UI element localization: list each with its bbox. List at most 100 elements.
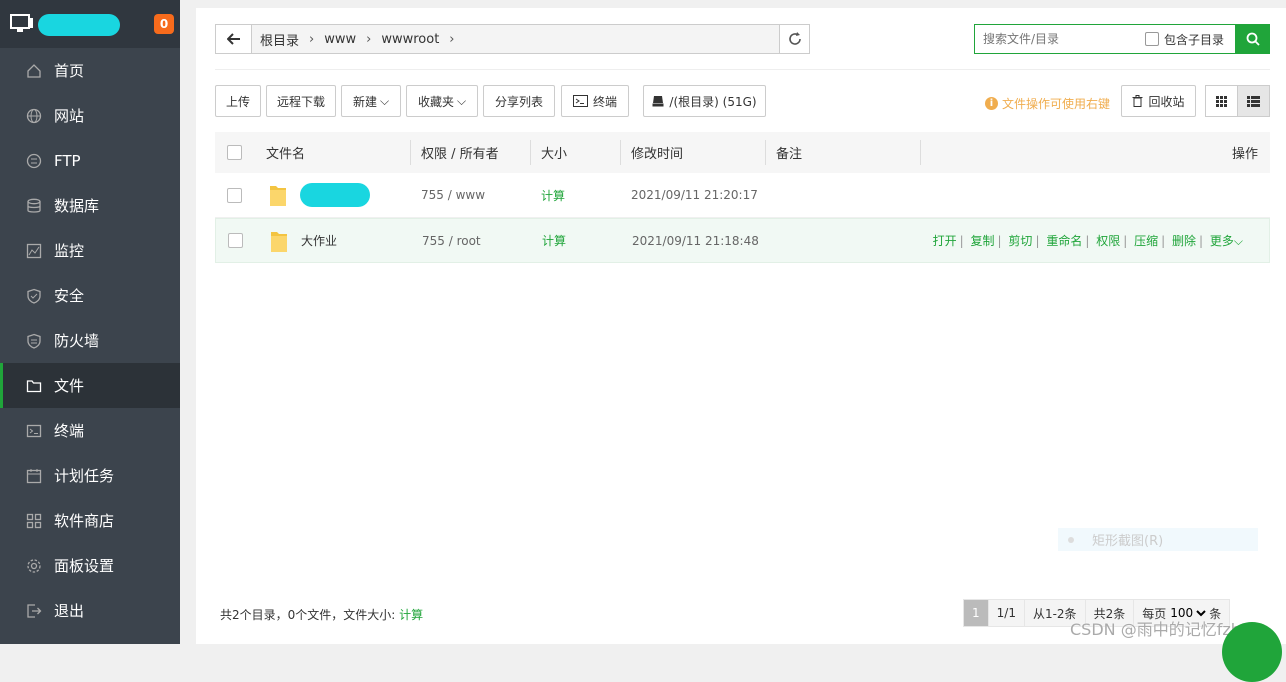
perm-cell[interactable]: 755 / root bbox=[412, 234, 532, 248]
floating-help-button[interactable] bbox=[1222, 622, 1282, 682]
mtime-cell: 2021/09/11 21:18:48 bbox=[632, 233, 759, 248]
search-box: 包含子目录 bbox=[974, 24, 1236, 54]
upload-button[interactable]: 上传 bbox=[215, 85, 261, 117]
table-row[interactable]: 大作业 755 / root 计算 2021/09/11 21:18:48 打开… bbox=[215, 218, 1270, 263]
remote-download-button[interactable]: 远程下载 bbox=[266, 85, 336, 117]
mtime-cell: 2021/09/11 21:20:17 bbox=[631, 188, 758, 202]
recycle-label: 回收站 bbox=[1148, 94, 1185, 109]
total-size-calc-link[interactable]: 计算 bbox=[399, 608, 423, 622]
share-list-button[interactable]: 分享列表 bbox=[483, 85, 555, 117]
recycle-bin-button[interactable]: 回收站 bbox=[1121, 85, 1196, 117]
footer-summary: 共2个目录，0个文件，文件大小: 计算 bbox=[220, 606, 423, 623]
include-subdir-label: 包含子目录 bbox=[1164, 32, 1225, 47]
sidebar-item-0[interactable]: 首页 bbox=[0, 48, 180, 93]
terminal-label: 终端 bbox=[592, 94, 617, 109]
gear-icon bbox=[27, 558, 41, 573]
search-input[interactable] bbox=[975, 26, 1145, 52]
col-ops: 操作 bbox=[1231, 147, 1258, 162]
sidebar-item-label: 首页 bbox=[54, 62, 85, 80]
row-actions: 打开 | 复制 | 剪切 | 重命名 | 权限 | 压缩 | 删除 | 更多⌵ bbox=[932, 234, 1243, 248]
col-name[interactable]: 文件名 bbox=[253, 132, 411, 173]
sidebar-item-8[interactable]: 终端 bbox=[0, 408, 180, 453]
view-toggle bbox=[1205, 85, 1270, 117]
folder-icon bbox=[270, 186, 286, 206]
list-icon bbox=[1247, 95, 1261, 107]
back-button[interactable] bbox=[216, 25, 252, 53]
disk-icon bbox=[652, 96, 664, 107]
calendar-icon bbox=[26, 468, 42, 483]
crumb-wwwroot[interactable]: wwwroot bbox=[381, 32, 439, 47]
crumb-www[interactable]: www bbox=[324, 32, 356, 47]
refresh-button[interactable] bbox=[779, 25, 809, 53]
op-rename[interactable]: 重命名 bbox=[1046, 234, 1082, 248]
sidebar-item-6[interactable]: 防火墙 bbox=[0, 318, 180, 363]
sidebar-item-label: 网站 bbox=[54, 107, 85, 125]
op-permission[interactable]: 权限 bbox=[1096, 234, 1120, 248]
search-button[interactable] bbox=[1236, 24, 1270, 54]
logout-icon bbox=[27, 603, 42, 618]
globe-icon bbox=[26, 108, 42, 123]
col-mtime[interactable]: 修改时间 bbox=[621, 132, 766, 173]
crumb-root[interactable]: 根目录 bbox=[260, 30, 299, 49]
grid-view-button[interactable] bbox=[1206, 86, 1237, 116]
redacted-filename bbox=[300, 183, 370, 207]
database-icon bbox=[27, 198, 41, 213]
size-calc-link[interactable]: 计算 bbox=[532, 232, 622, 249]
sidebar-item-12[interactable]: 退出 bbox=[0, 588, 180, 633]
watermark: CSDN @雨中的记忆fzh bbox=[1070, 620, 1241, 639]
share-list-label: 分享列表 bbox=[494, 94, 543, 109]
sidebar-item-label: 计划任务 bbox=[54, 467, 115, 485]
file-name-cell[interactable]: 大作业 bbox=[254, 228, 412, 254]
sidebar-item-label: 退出 bbox=[54, 602, 85, 620]
notification-badge[interactable]: 0 bbox=[154, 14, 174, 34]
terminal-icon bbox=[26, 424, 42, 437]
sidebar-item-11[interactable]: 面板设置 bbox=[0, 543, 180, 588]
sidebar-item-2[interactable]: FTP bbox=[0, 138, 180, 183]
file-name-cell[interactable] bbox=[253, 182, 411, 208]
sidebar: 0 首页网站 FTP 数据库 监控 安全 防火墙 文件终端计划任务软件商店 面板设置退出 bbox=[0, 0, 180, 644]
op-cut[interactable]: 剪切 bbox=[1008, 234, 1032, 248]
shield-icon bbox=[27, 288, 41, 304]
select-all-checkbox[interactable] bbox=[215, 132, 253, 173]
page-1-button[interactable]: 1 bbox=[963, 599, 989, 627]
file-name: 大作业 bbox=[301, 234, 338, 248]
op-open[interactable]: 打开 bbox=[933, 234, 957, 248]
right-click-tip: i 文件操作可使用右键 bbox=[985, 95, 1110, 112]
include-subdir-checkbox[interactable]: 包含子目录 bbox=[1145, 31, 1224, 48]
disk-button[interactable]: /(根目录) (51G) bbox=[643, 85, 766, 117]
col-size[interactable]: 大小 bbox=[531, 132, 621, 173]
perm-cell[interactable]: 755 / www bbox=[411, 188, 531, 202]
sidebar-item-5[interactable]: 安全 bbox=[0, 273, 180, 318]
sidebar-item-1[interactable]: 网站 bbox=[0, 93, 180, 138]
op-compress[interactable]: 压缩 bbox=[1134, 234, 1158, 248]
tip-label: 文件操作可使用右键 bbox=[1002, 97, 1111, 111]
redacted-hostname bbox=[38, 14, 120, 36]
sidebar-item-3[interactable]: 数据库 bbox=[0, 183, 180, 228]
row-checkbox[interactable] bbox=[216, 233, 254, 248]
sidebar-item-9[interactable]: 计划任务 bbox=[0, 453, 180, 498]
table-row[interactable]: 755 / www 计算 2021/09/11 21:20:17 bbox=[215, 173, 1270, 218]
remote-download-label: 远程下载 bbox=[276, 94, 325, 109]
sidebar-item-4[interactable]: 监控 bbox=[0, 228, 180, 273]
col-perm[interactable]: 权限 / 所有者 bbox=[411, 132, 531, 173]
sidebar-item-label: FTP bbox=[54, 151, 81, 170]
chevron-right-icon: › bbox=[366, 31, 372, 47]
ftp-icon bbox=[26, 153, 42, 168]
sidebar-item-label: 终端 bbox=[54, 422, 85, 440]
bullet-icon bbox=[1068, 536, 1074, 543]
size-calc-link[interactable]: 计算 bbox=[531, 187, 621, 204]
new-label: 新建 bbox=[352, 94, 377, 109]
terminal-button[interactable]: 终端 bbox=[561, 85, 629, 117]
op-copy[interactable]: 复制 bbox=[971, 234, 995, 248]
new-button[interactable]: 新建 ⌵ bbox=[341, 85, 401, 117]
row-checkbox[interactable] bbox=[215, 187, 253, 203]
op-delete[interactable]: 删除 bbox=[1172, 234, 1196, 248]
list-view-button[interactable] bbox=[1237, 86, 1269, 116]
op-more[interactable]: 更多 bbox=[1210, 234, 1234, 248]
sidebar-item-7[interactable]: 文件 bbox=[0, 363, 180, 408]
sidebar-item-10[interactable]: 软件商店 bbox=[0, 498, 180, 543]
ghost-label: 矩形截图(R) bbox=[1092, 534, 1164, 549]
col-note: 备注 bbox=[766, 132, 921, 173]
favorites-button[interactable]: 收藏夹 ⌵ bbox=[406, 85, 478, 117]
arrow-left-icon bbox=[226, 33, 240, 45]
